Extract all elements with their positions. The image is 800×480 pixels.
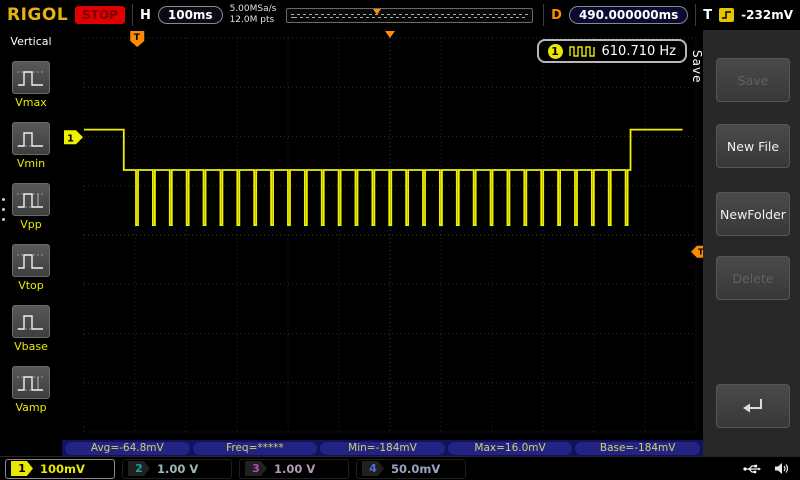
memory-depth: 12.0M pts: [230, 15, 277, 26]
channel-2-scale: 1.00 V: [157, 462, 198, 476]
sample-rate: 5.00MSa/s: [230, 4, 277, 15]
new-file-button[interactable]: New File: [716, 124, 790, 168]
vbase-icon: [12, 305, 50, 338]
delete-button[interactable]: Delete: [716, 256, 790, 300]
measurement-max: Max=16.0mV: [448, 442, 573, 455]
vtop-icon: [12, 244, 50, 277]
sidebar-item-vmin[interactable]: Vmin: [9, 122, 53, 170]
measurement-avg: Avg=-64.8mV: [65, 442, 190, 455]
divider: [132, 4, 133, 26]
delay-value: 490.000000ms: [569, 6, 688, 24]
vpp-icon: [12, 183, 50, 216]
speaker-icon: [774, 462, 789, 475]
sidebar-item-label: Vmax: [9, 96, 53, 109]
acquisition-info: 5.00MSa/s 12.0M pts: [230, 4, 277, 27]
scope-column: 1TT 1 610.710 Hz Avg=-64.8mV Freq=***** …: [62, 30, 703, 456]
channel-4-number: 4: [362, 461, 384, 476]
graticule-and-waveform: 1TT: [62, 30, 703, 440]
memory-waveform-bar[interactable]: [286, 8, 533, 23]
channel-3-chip[interactable]: 3 1.00 V: [239, 459, 349, 479]
vmax-icon: [12, 61, 50, 94]
scope-display: 1TT 1 610.710 Hz: [62, 30, 703, 440]
sidebar-item-label: Vbase: [9, 340, 53, 353]
measurement-bar: Avg=-64.8mV Freq=***** Min=-184mV Max=16…: [62, 440, 703, 456]
divider: [543, 4, 544, 26]
return-arrow-icon: [740, 396, 766, 416]
channel-1-badge: 1: [548, 44, 563, 59]
memory-waveform-dashes: [291, 14, 528, 15]
sidebar-item-vmax[interactable]: Vmax: [9, 61, 53, 109]
svg-text:T: T: [134, 33, 141, 43]
brand-logo: RIGOL: [7, 5, 68, 25]
channel-1-chip[interactable]: 1 100mV: [5, 459, 115, 479]
sidebar-item-label: Vmin: [9, 157, 53, 170]
trigger-position-indicator: [373, 9, 381, 19]
sidebar-item-vtop[interactable]: Vtop: [9, 244, 53, 292]
horizontal-label: H: [140, 8, 151, 23]
channel-2-number: 2: [128, 461, 150, 476]
channel-4-chip[interactable]: 4 50.0mV: [356, 459, 466, 479]
channel-3-scale: 1.00 V: [274, 462, 315, 476]
svg-text:1: 1: [67, 133, 74, 144]
measure-sidebar: Vertical Vmax Vmin Vpp Vtop: [0, 30, 62, 456]
channel-1-number: 1: [11, 461, 33, 476]
usb-icon: [743, 463, 761, 475]
run-state-badge: STOP: [75, 6, 125, 24]
save-button[interactable]: Save: [716, 58, 790, 102]
menu-title: Save: [690, 50, 704, 83]
frequency-value: 610.710 Hz: [602, 44, 677, 59]
channel-2-chip[interactable]: 2 1.00 V: [122, 459, 232, 479]
sidebar-item-vbase[interactable]: Vbase: [9, 305, 53, 353]
sidebar-item-vpp[interactable]: Vpp: [9, 183, 53, 231]
memory-waveform-dashes: [291, 17, 528, 18]
back-button[interactable]: [716, 384, 790, 428]
sidebar-title: Vertical: [0, 35, 62, 48]
measurement-base: Base=-184mV: [575, 442, 700, 455]
trigger-label: T: [703, 8, 712, 23]
sidebar-item-label: Vamp: [9, 401, 53, 414]
frequency-counter: 1 610.710 Hz: [537, 39, 688, 63]
measurement-freq: Freq=*****: [193, 442, 318, 455]
vamp-icon: [12, 366, 50, 399]
channel-1-scale: 100mV: [40, 462, 85, 476]
trigger-level-value: -232mV: [741, 8, 793, 22]
channel-4-scale: 50.0mV: [391, 462, 440, 476]
status-bar: RIGOL STOP H 100ms 5.00MSa/s 12.0M pts D…: [0, 0, 800, 30]
vmin-icon: [12, 122, 50, 155]
softkey-menu: Save Save New File NewFolder Delete: [703, 30, 800, 456]
trigger-slope-icon: [719, 8, 734, 22]
sidebar-item-label: Vtop: [9, 279, 53, 292]
channel-bar: 1 100mV 2 1.00 V 3 1.00 V 4 50.0mV: [0, 456, 800, 480]
timebase-value: 100ms: [158, 6, 223, 24]
divider: [695, 4, 696, 26]
sidebar-item-vamp[interactable]: Vamp: [9, 366, 53, 414]
sidebar-item-label: Vpp: [9, 218, 53, 231]
pulse-train-icon: [569, 46, 596, 57]
delay-label: D: [551, 8, 562, 23]
measurement-min: Min=-184mV: [320, 442, 445, 455]
menu-page-dots: [2, 198, 5, 228]
new-folder-button[interactable]: NewFolder: [716, 192, 790, 236]
main-area: Vertical Vmax Vmin Vpp Vtop: [0, 30, 800, 456]
channel-3-number: 3: [245, 461, 267, 476]
